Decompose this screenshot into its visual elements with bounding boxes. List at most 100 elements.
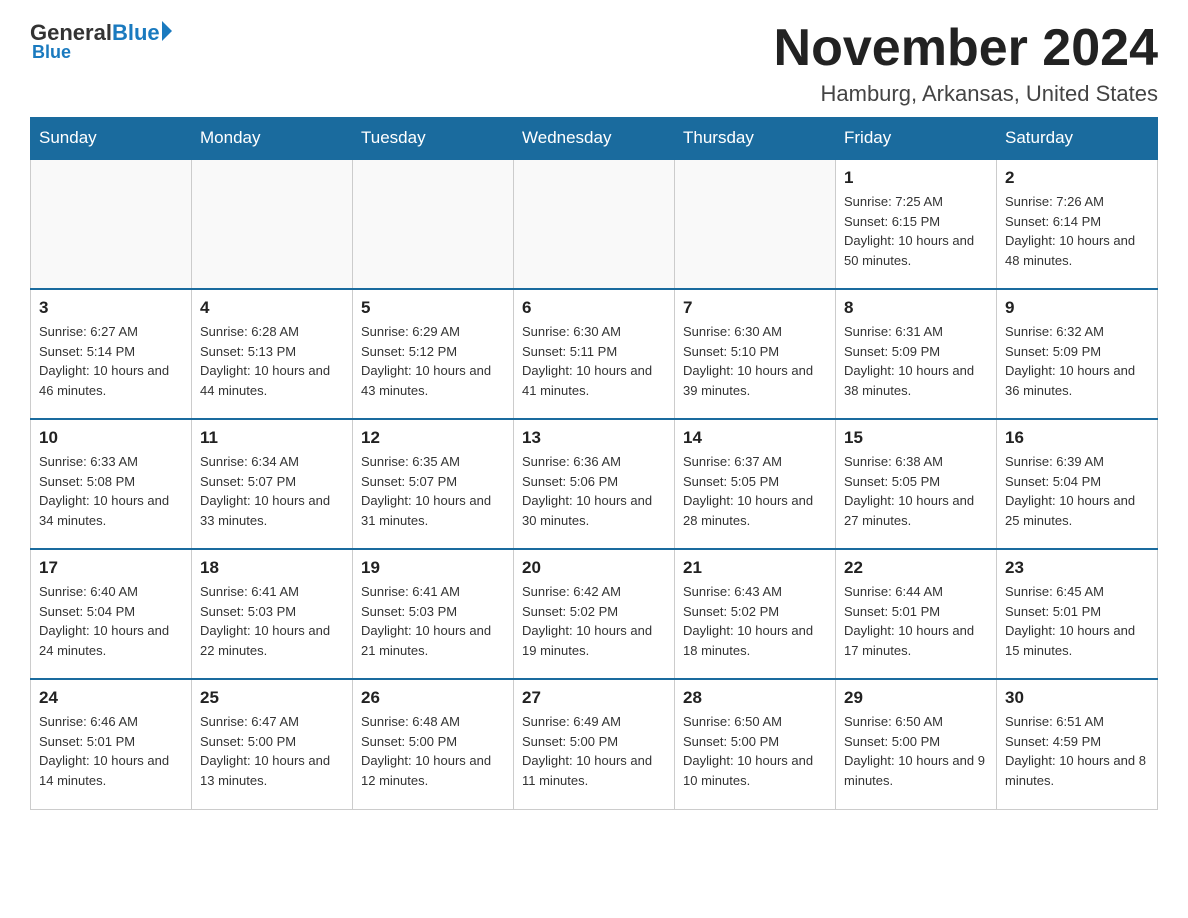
- day-info: Sunrise: 6:34 AM Sunset: 5:07 PM Dayligh…: [200, 452, 344, 530]
- day-number: 22: [844, 558, 988, 578]
- day-number: 13: [522, 428, 666, 448]
- day-number: 17: [39, 558, 183, 578]
- calendar-cell: [514, 159, 675, 289]
- day-header-thursday: Thursday: [675, 118, 836, 160]
- day-number: 10: [39, 428, 183, 448]
- calendar-cell: [192, 159, 353, 289]
- calendar-cell: [31, 159, 192, 289]
- day-info: Sunrise: 6:43 AM Sunset: 5:02 PM Dayligh…: [683, 582, 827, 660]
- day-info: Sunrise: 6:29 AM Sunset: 5:12 PM Dayligh…: [361, 322, 505, 400]
- calendar-cell: 5Sunrise: 6:29 AM Sunset: 5:12 PM Daylig…: [353, 289, 514, 419]
- calendar-cell: 18 Sunrise: 6:41 AM Sunset: 5:03 PM Dayli…: [192, 549, 353, 679]
- day-number: 25: [200, 688, 344, 708]
- week-row-1: 1 Sunrise: 7:25 AM Sunset: 6:15 PM Daylig…: [31, 159, 1158, 289]
- calendar-cell: 10Sunrise: 6:33 AM Sunset: 5:08 PM Dayli…: [31, 419, 192, 549]
- day-info: Sunrise: 7:26 AM Sunset: 6:14 PM Dayligh…: [1005, 192, 1149, 270]
- day-info: Sunrise: 6:37 AM Sunset: 5:05 PM Dayligh…: [683, 452, 827, 530]
- calendar-cell: 19 Sunrise: 6:41 AM Sunset: 5:03 PM Dayli…: [353, 549, 514, 679]
- day-number: 14: [683, 428, 827, 448]
- calendar-cell: 23Sunrise: 6:45 AM Sunset: 5:01 PM Dayli…: [997, 549, 1158, 679]
- calendar-cell: 1 Sunrise: 7:25 AM Sunset: 6:15 PM Daylig…: [836, 159, 997, 289]
- day-info: Sunrise: 6:49 AM Sunset: 5:00 PM Dayligh…: [522, 712, 666, 790]
- day-info: Sunrise: 6:50 AM Sunset: 5:00 PM Dayligh…: [683, 712, 827, 790]
- calendar-cell: 17Sunrise: 6:40 AM Sunset: 5:04 PM Dayli…: [31, 549, 192, 679]
- calendar-cell: 3 Sunrise: 6:27 AM Sunset: 5:14 PM Daylig…: [31, 289, 192, 419]
- day-info: Sunrise: 6:42 AM Sunset: 5:02 PM Dayligh…: [522, 582, 666, 660]
- day-info: Sunrise: 6:38 AM Sunset: 5:05 PM Dayligh…: [844, 452, 988, 530]
- day-info: Sunrise: 6:41 AM Sunset: 5:03 PM Dayligh…: [361, 582, 505, 660]
- calendar-cell: 27 Sunrise: 6:49 AM Sunset: 5:00 PM Dayli…: [514, 679, 675, 809]
- logo-blue-text: Blue: [112, 20, 160, 46]
- day-info: Sunrise: 7:25 AM Sunset: 6:15 PM Dayligh…: [844, 192, 988, 270]
- day-info: Sunrise: 6:36 AM Sunset: 5:06 PM Dayligh…: [522, 452, 666, 530]
- calendar-cell: 16Sunrise: 6:39 AM Sunset: 5:04 PM Dayli…: [997, 419, 1158, 549]
- day-info: Sunrise: 6:31 AM Sunset: 5:09 PM Dayligh…: [844, 322, 988, 400]
- day-number: 12: [361, 428, 505, 448]
- week-row-3: 10Sunrise: 6:33 AM Sunset: 5:08 PM Dayli…: [31, 419, 1158, 549]
- calendar-cell: 12Sunrise: 6:35 AM Sunset: 5:07 PM Dayli…: [353, 419, 514, 549]
- day-number: 1: [844, 168, 988, 188]
- day-header-friday: Friday: [836, 118, 997, 160]
- logo-subtitle: Blue: [32, 42, 71, 63]
- calendar-cell: 20 Sunrise: 6:42 AM Sunset: 5:02 PM Dayli…: [514, 549, 675, 679]
- calendar-cell: 25 Sunrise: 6:47 AM Sunset: 5:00 PM Dayli…: [192, 679, 353, 809]
- day-info: Sunrise: 6:27 AM Sunset: 5:14 PM Dayligh…: [39, 322, 183, 400]
- calendar-cell: 11 Sunrise: 6:34 AM Sunset: 5:07 PM Dayli…: [192, 419, 353, 549]
- day-info: Sunrise: 6:44 AM Sunset: 5:01 PM Dayligh…: [844, 582, 988, 660]
- day-number: 11: [200, 428, 344, 448]
- day-number: 26: [361, 688, 505, 708]
- calendar-cell: 9Sunrise: 6:32 AM Sunset: 5:09 PM Daylig…: [997, 289, 1158, 419]
- week-row-4: 17Sunrise: 6:40 AM Sunset: 5:04 PM Dayli…: [31, 549, 1158, 679]
- day-number: 2: [1005, 168, 1149, 188]
- day-number: 27: [522, 688, 666, 708]
- calendar-cell: 7 Sunrise: 6:30 AM Sunset: 5:10 PM Daylig…: [675, 289, 836, 419]
- day-number: 3: [39, 298, 183, 318]
- day-info: Sunrise: 6:50 AM Sunset: 5:00 PM Dayligh…: [844, 712, 988, 790]
- day-info: Sunrise: 6:48 AM Sunset: 5:00 PM Dayligh…: [361, 712, 505, 790]
- calendar-cell: 21 Sunrise: 6:43 AM Sunset: 5:02 PM Dayli…: [675, 549, 836, 679]
- calendar-cell: 6 Sunrise: 6:30 AM Sunset: 5:11 PM Daylig…: [514, 289, 675, 419]
- day-info: Sunrise: 6:51 AM Sunset: 4:59 PM Dayligh…: [1005, 712, 1149, 790]
- day-number: 18: [200, 558, 344, 578]
- day-header-tuesday: Tuesday: [353, 118, 514, 160]
- day-number: 20: [522, 558, 666, 578]
- day-info: Sunrise: 6:32 AM Sunset: 5:09 PM Dayligh…: [1005, 322, 1149, 400]
- day-number: 8: [844, 298, 988, 318]
- day-number: 28: [683, 688, 827, 708]
- calendar-cell: 28 Sunrise: 6:50 AM Sunset: 5:00 PM Dayli…: [675, 679, 836, 809]
- day-info: Sunrise: 6:30 AM Sunset: 5:11 PM Dayligh…: [522, 322, 666, 400]
- calendar-cell: 13 Sunrise: 6:36 AM Sunset: 5:06 PM Dayli…: [514, 419, 675, 549]
- calendar-cell: 2 Sunrise: 7:26 AM Sunset: 6:14 PM Daylig…: [997, 159, 1158, 289]
- day-number: 30: [1005, 688, 1149, 708]
- week-row-5: 24 Sunrise: 6:46 AM Sunset: 5:01 PM Dayli…: [31, 679, 1158, 809]
- calendar-cell: 30 Sunrise: 6:51 AM Sunset: 4:59 PM Dayli…: [997, 679, 1158, 809]
- day-info: Sunrise: 6:47 AM Sunset: 5:00 PM Dayligh…: [200, 712, 344, 790]
- calendar-cell: 24 Sunrise: 6:46 AM Sunset: 5:01 PM Dayli…: [31, 679, 192, 809]
- calendar-cell: [353, 159, 514, 289]
- calendar-cell: 26 Sunrise: 6:48 AM Sunset: 5:00 PM Dayli…: [353, 679, 514, 809]
- month-title: November 2024: [774, 20, 1158, 77]
- day-info: Sunrise: 6:28 AM Sunset: 5:13 PM Dayligh…: [200, 322, 344, 400]
- logo-arrow-icon: [162, 21, 172, 41]
- calendar-cell: 29Sunrise: 6:50 AM Sunset: 5:00 PM Dayli…: [836, 679, 997, 809]
- calendar-cell: [675, 159, 836, 289]
- calendar-cell: 4Sunrise: 6:28 AM Sunset: 5:13 PM Daylig…: [192, 289, 353, 419]
- day-number: 7: [683, 298, 827, 318]
- calendar-cell: 15 Sunrise: 6:38 AM Sunset: 5:05 PM Dayli…: [836, 419, 997, 549]
- calendar-table: SundayMondayTuesdayWednesdayThursdayFrid…: [30, 117, 1158, 810]
- day-info: Sunrise: 6:41 AM Sunset: 5:03 PM Dayligh…: [200, 582, 344, 660]
- day-number: 19: [361, 558, 505, 578]
- day-header-monday: Monday: [192, 118, 353, 160]
- day-number: 21: [683, 558, 827, 578]
- calendar-cell: 14 Sunrise: 6:37 AM Sunset: 5:05 PM Dayli…: [675, 419, 836, 549]
- day-number: 6: [522, 298, 666, 318]
- day-number: 24: [39, 688, 183, 708]
- day-header-wednesday: Wednesday: [514, 118, 675, 160]
- day-info: Sunrise: 6:39 AM Sunset: 5:04 PM Dayligh…: [1005, 452, 1149, 530]
- day-number: 23: [1005, 558, 1149, 578]
- title-section: November 2024 Hamburg, Arkansas, United …: [774, 20, 1158, 107]
- day-number: 15: [844, 428, 988, 448]
- day-info: Sunrise: 6:30 AM Sunset: 5:10 PM Dayligh…: [683, 322, 827, 400]
- day-info: Sunrise: 6:46 AM Sunset: 5:01 PM Dayligh…: [39, 712, 183, 790]
- day-header-sunday: Sunday: [31, 118, 192, 160]
